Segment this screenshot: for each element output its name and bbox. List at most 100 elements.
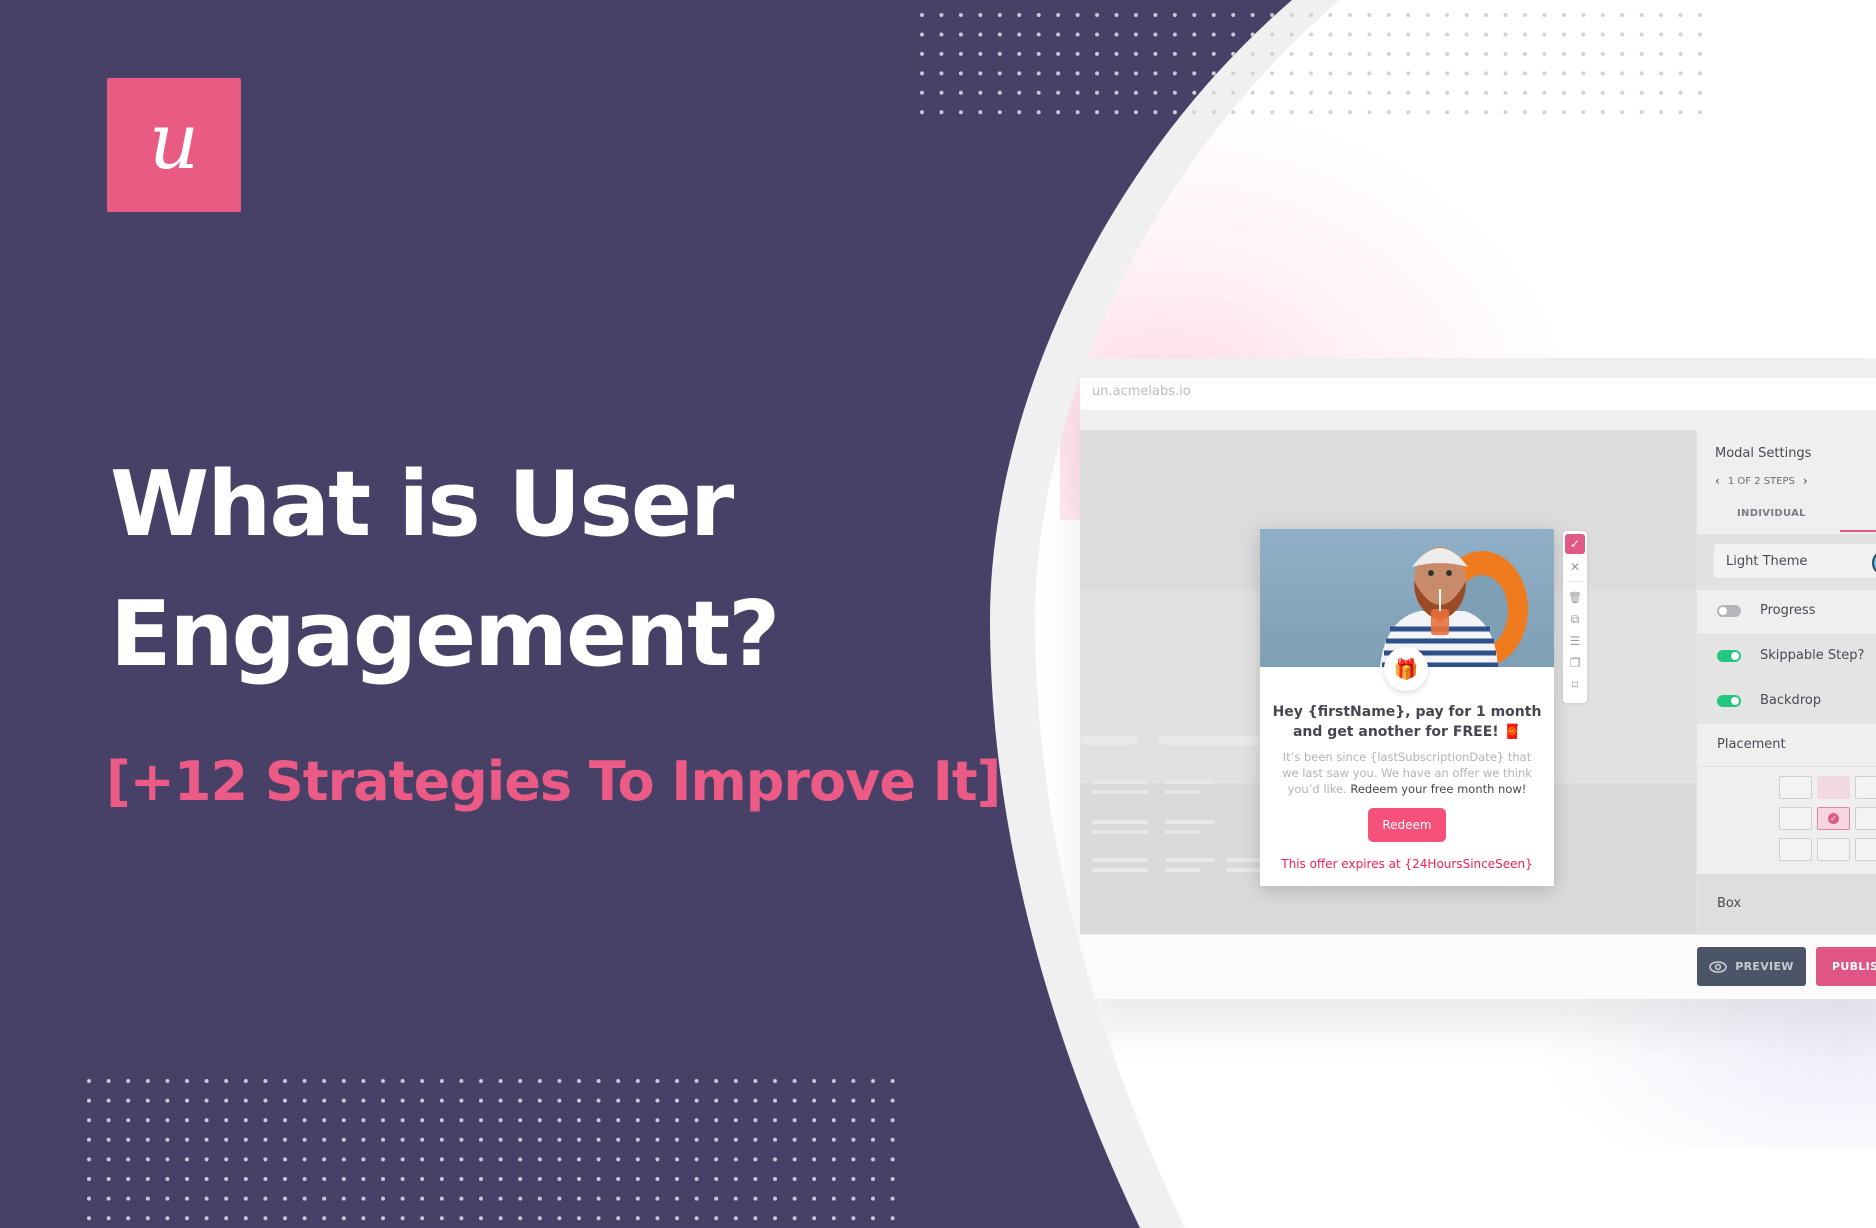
eye-icon: [1709, 960, 1728, 973]
dot: [1075, 51, 1080, 56]
dot: [1328, 51, 1333, 56]
dot: [459, 1157, 464, 1162]
dot: [263, 1196, 268, 1201]
userpilot-logo[interactable]: u: [107, 78, 241, 212]
dot: [1581, 32, 1586, 37]
dot: [1114, 32, 1119, 37]
dot: [596, 1079, 601, 1083]
dot: [577, 1196, 581, 1201]
dot: [322, 1118, 327, 1123]
dot: [126, 1137, 131, 1142]
dot: [263, 1137, 268, 1142]
dot: [1659, 90, 1664, 95]
dot: [224, 1118, 229, 1123]
theme-select[interactable]: Light Theme: [1714, 544, 1876, 578]
bookmark-icon[interactable]: ⌑: [1565, 675, 1585, 695]
placement-middle-center[interactable]: ✓: [1817, 807, 1850, 830]
placement-bottom-left[interactable]: [1779, 838, 1812, 861]
placement-middle-left[interactable]: [1779, 807, 1812, 830]
placement-bottom-right[interactable]: [1855, 838, 1876, 861]
skeleton-line: [1165, 790, 1201, 794]
dot: [165, 1098, 170, 1103]
dot: [733, 1137, 738, 1142]
chevron-left-icon[interactable]: ‹: [1715, 474, 1720, 488]
dot: [1270, 51, 1275, 56]
dot: [1484, 13, 1489, 17]
dot: [537, 1079, 542, 1083]
dot: [1095, 13, 1100, 17]
dot: [1386, 90, 1391, 95]
skeleton-line: [1092, 868, 1148, 872]
dot: [792, 1137, 797, 1142]
duplicate-icon[interactable]: ⧉: [1565, 609, 1585, 629]
theme-color-swatch[interactable]: [1872, 550, 1876, 576]
placement-middle-right[interactable]: [1855, 807, 1876, 830]
dot: [997, 51, 1002, 56]
modal-preview-card: 🎁 Hey {firstName}, pay for 1 month and g…: [1260, 529, 1554, 886]
dot: [1192, 13, 1197, 17]
placement-bottom-center[interactable]: [1817, 838, 1850, 861]
dot: [577, 1137, 581, 1142]
dot: [958, 90, 963, 95]
dot: [1445, 110, 1450, 115]
dot: [1172, 90, 1177, 95]
backdrop-toggle[interactable]: [1717, 695, 1741, 707]
box-section[interactable]: Box: [1697, 874, 1876, 934]
dot: [655, 1118, 660, 1123]
trash-icon[interactable]: 🗑: [1565, 587, 1585, 607]
dot: [341, 1157, 346, 1162]
chevron-right-icon[interactable]: ›: [1803, 474, 1808, 488]
dot: [1153, 32, 1158, 37]
dot: [479, 1157, 483, 1162]
url-field[interactable]: un.acmelabs.io: [1080, 378, 1876, 410]
skippable-step-toggle[interactable]: [1717, 650, 1741, 662]
dot: [381, 1177, 385, 1181]
dot: [185, 1137, 189, 1142]
dot: [1036, 51, 1041, 56]
dot: [400, 1177, 405, 1181]
dot: [1542, 90, 1547, 95]
dot: [361, 1216, 366, 1221]
dot: [439, 1118, 444, 1123]
dot: [871, 1196, 875, 1201]
placement-top-right[interactable]: [1855, 776, 1876, 799]
dot: [890, 1118, 895, 1123]
close-icon[interactable]: ✕: [1565, 557, 1585, 577]
dot: [1095, 71, 1100, 76]
progress-toggle[interactable]: [1717, 605, 1741, 617]
copy-style-icon[interactable]: ❐: [1565, 653, 1585, 673]
placement-header: Placement: [1697, 724, 1876, 767]
dot: [831, 1196, 836, 1201]
redeem-button[interactable]: Redeem: [1368, 808, 1446, 842]
placement-top-center[interactable]: [1817, 776, 1850, 799]
tab-individual[interactable]: INDIVIDUAL: [1737, 508, 1806, 519]
dot: [635, 1216, 640, 1221]
publish-button[interactable]: PUBLIS: [1816, 947, 1876, 986]
dot: [1328, 90, 1333, 95]
dot: [341, 1137, 346, 1142]
dot: [87, 1137, 91, 1142]
dot: [322, 1098, 327, 1103]
placement-top-left[interactable]: [1779, 776, 1812, 799]
dot: [498, 1196, 503, 1201]
dot: [283, 1098, 287, 1103]
dot: [1211, 71, 1216, 76]
dot: [283, 1118, 287, 1123]
dot: [1231, 32, 1236, 37]
preview-button[interactable]: PREVIEW: [1697, 947, 1806, 986]
dot: [714, 1098, 719, 1103]
toggle-label: Skippable Step?: [1760, 648, 1865, 663]
dot: [185, 1118, 189, 1123]
dot: [1367, 71, 1372, 76]
dot: [714, 1196, 719, 1201]
dot: [1698, 32, 1702, 37]
dot: [185, 1216, 189, 1221]
sliders-icon[interactable]: ☰: [1565, 631, 1585, 651]
dot: [537, 1157, 542, 1162]
dot: [1542, 110, 1547, 115]
confirm-check-icon[interactable]: ✓: [1565, 534, 1585, 554]
dot: [890, 1137, 895, 1142]
dot: [655, 1098, 660, 1103]
dot: [596, 1118, 601, 1123]
dot: [381, 1157, 385, 1162]
